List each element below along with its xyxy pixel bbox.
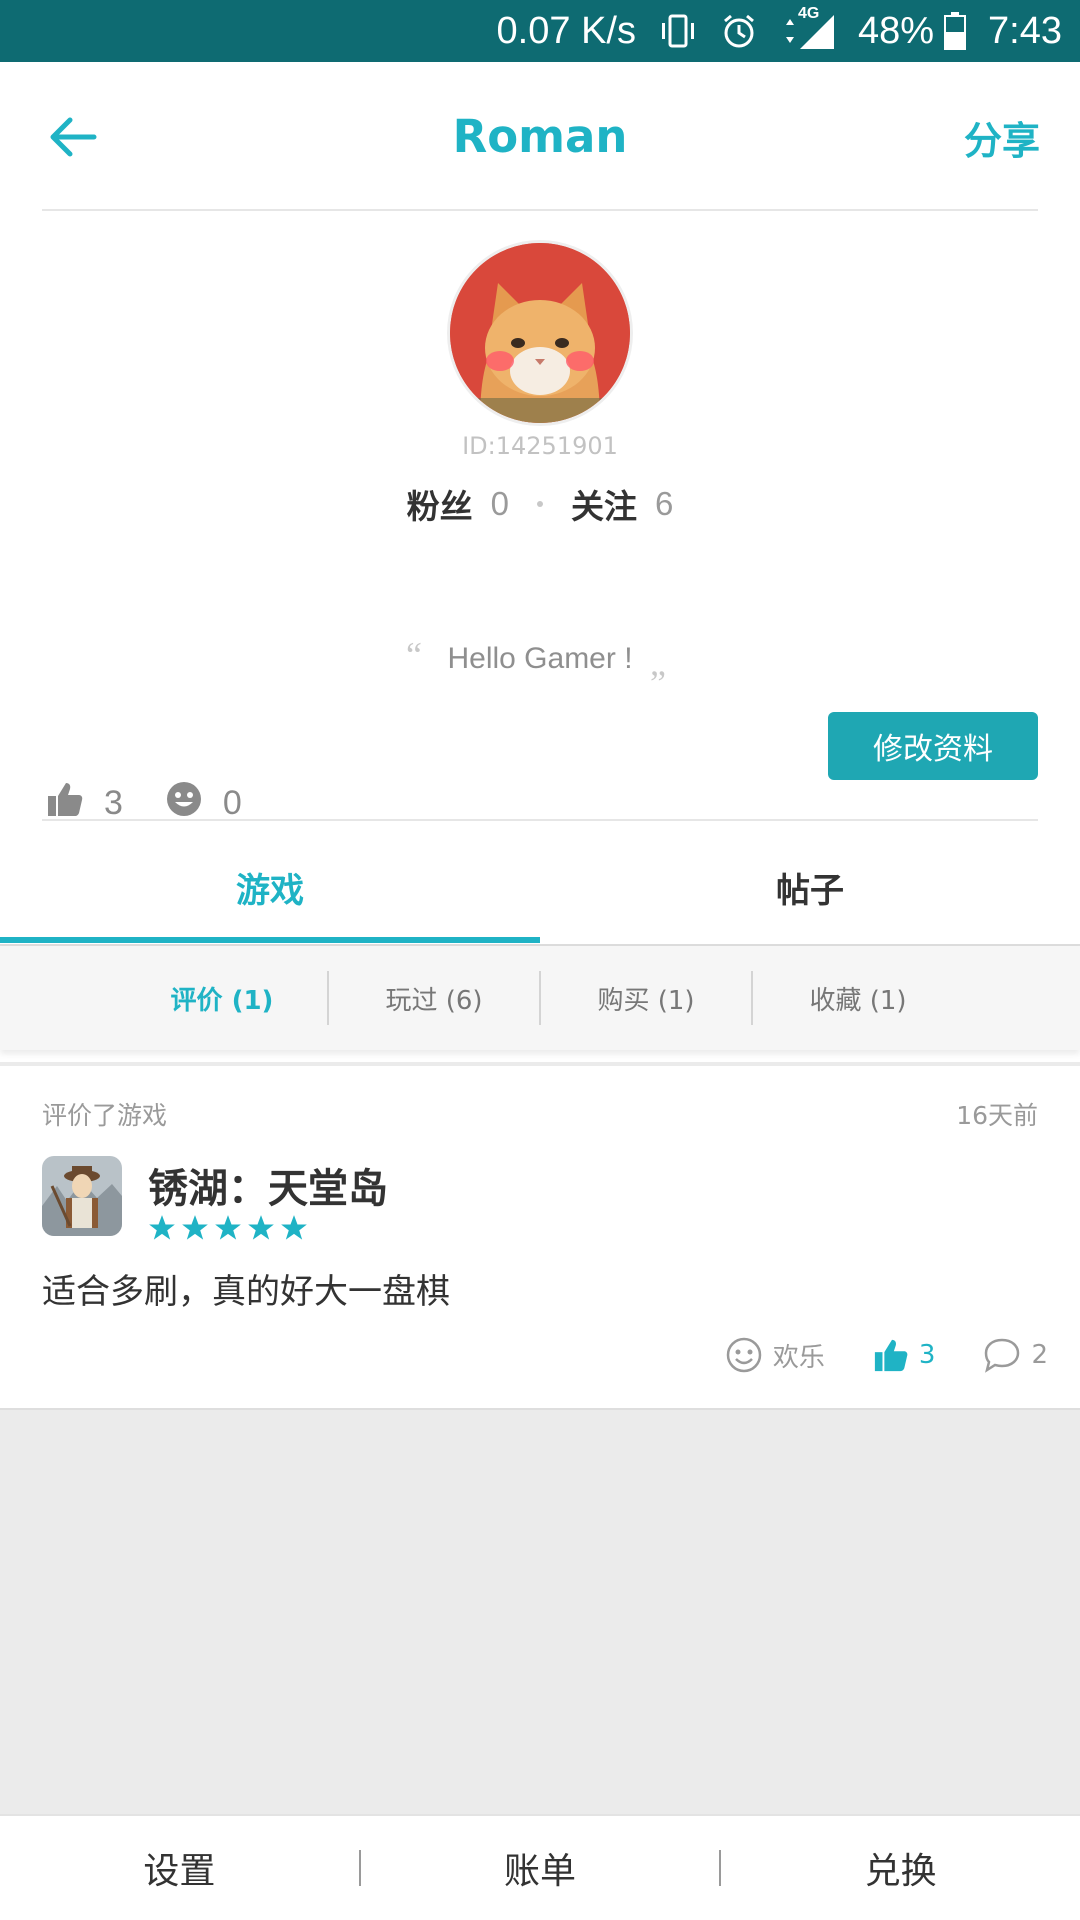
edit-profile-button[interactable]: 修改资料 [828, 712, 1038, 780]
comment-bubble-icon [985, 1338, 1020, 1373]
star-icon [248, 1215, 274, 1240]
signal-icon: 4G [780, 5, 836, 51]
following-count[interactable]: 6 [655, 485, 673, 523]
profile-page: Roman 分享 ID:14251901 粉丝 0 关注 6 “ Hello G… [0, 62, 1080, 1062]
likes-count: 3 [104, 784, 123, 822]
review-action: 评价了游戏 [42, 1101, 168, 1130]
fans-count[interactable]: 0 [491, 485, 509, 523]
top-bar: Roman 分享 [0, 62, 1080, 210]
review-reactions: 欢乐 3 2 [677, 1336, 1048, 1374]
redeem-button[interactable]: 兑换 [721, 1842, 1080, 1894]
game-title[interactable]: 锈湖：天堂岛 [148, 1156, 388, 1214]
bottom-nav: 设置 账单 兑换 [0, 1814, 1080, 1920]
tab-games[interactable]: 游戏 [0, 827, 540, 947]
user-id: ID:14251901 [462, 432, 618, 460]
battery-icon [944, 12, 967, 50]
divider [42, 209, 1038, 211]
net-speed: 0.07 K/s [496, 9, 636, 52]
battery-percent: 48% [857, 9, 935, 52]
subtab-favorites[interactable]: 收藏 (1) [753, 980, 963, 1017]
subtab-purchased[interactable]: 购买 (1) [541, 980, 751, 1017]
thumbs-up-icon [874, 1339, 908, 1372]
comment-count: 2 [1031, 1340, 1048, 1370]
settings-button[interactable]: 设置 [0, 1842, 359, 1894]
clock: 7:43 [988, 9, 1062, 52]
page-title: Roman [452, 110, 628, 163]
network-type: 4G [797, 5, 820, 22]
fans-label[interactable]: 粉丝 [407, 480, 473, 528]
bills-button[interactable]: 账单 [361, 1842, 720, 1894]
content-tabs: 游戏 帖子 [0, 827, 1080, 947]
subtab-played[interactable]: 玩过 (6) [329, 980, 539, 1017]
follow-stats: 粉丝 0 关注 6 [0, 480, 1080, 528]
smile-count: 0 [222, 784, 242, 822]
status-bar: 0.07 K/s 4G 48% 7:43 [0, 0, 1080, 62]
alarm-icon [720, 12, 758, 50]
mood-label: 欢乐 [772, 1342, 825, 1373]
vibrate-icon [658, 11, 698, 51]
share-button[interactable]: 分享 [964, 110, 1040, 165]
star-icon [281, 1215, 307, 1240]
happy-face-icon [726, 1337, 762, 1373]
review-time: 16天前 [956, 1101, 1038, 1130]
like-count: 3 [918, 1340, 936, 1370]
close-quote-icon: ” [650, 663, 666, 703]
divider [42, 819, 1038, 821]
game-icon[interactable] [42, 1156, 122, 1236]
comment-button[interactable]: 2 [983, 1337, 1048, 1373]
like-button[interactable]: 3 [873, 1337, 936, 1373]
separator-dot [537, 501, 543, 507]
mood-button[interactable]: 欢乐 [725, 1336, 825, 1374]
star-icon [182, 1215, 208, 1240]
tab-posts[interactable]: 帖子 [540, 827, 1080, 947]
game-subtabs: 评价 (1) 玩过 (6) 购买 (1) 收藏 (1) [0, 946, 1080, 1050]
avatar[interactable] [447, 240, 633, 426]
following-label[interactable]: 关注 [571, 480, 637, 528]
review-card[interactable]: 评价了游戏 16天前 锈湖：天堂岛 适合多刷，真的好大一盘棋 欢乐 3 2 [0, 1066, 1080, 1410]
star-rating [148, 1214, 313, 1242]
star-icon [215, 1215, 241, 1240]
review-text: 适合多刷，真的好大一盘棋 [42, 1272, 450, 1312]
subtab-reviews[interactable]: 评价 (1) [117, 980, 327, 1017]
star-icon [149, 1215, 175, 1240]
bio-text: Hello Gamer ! [447, 642, 633, 675]
